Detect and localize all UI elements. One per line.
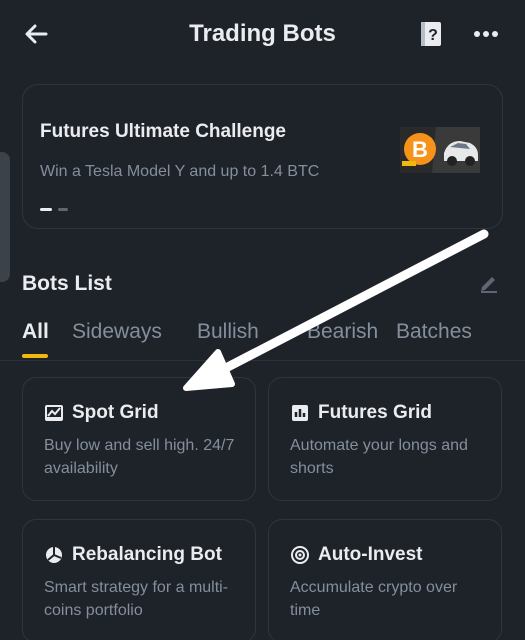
- carousel-indicator: [40, 208, 68, 211]
- card-title: Spot Grid: [72, 402, 159, 423]
- app-header: Trading Bots ?: [0, 0, 525, 72]
- bots-list-title: Bots List: [22, 272, 112, 295]
- card-description: Buy low and sell high. 24/7 availability: [44, 437, 235, 477]
- carousel-dot-active: [40, 208, 52, 211]
- help-book-icon: ?: [421, 22, 441, 46]
- auto-invest-icon: [291, 546, 309, 564]
- card-description: Automate your longs and shorts: [290, 437, 468, 477]
- bitcoin-tesla-promo-icon: B: [400, 123, 480, 173]
- card-title: Auto-Invest: [318, 544, 423, 565]
- svg-text:B: B: [412, 137, 428, 162]
- bot-card-futures-grid[interactable]: Futures Grid Automate your longs and sho…: [268, 377, 502, 501]
- bot-category-tabs: All Sideways Bullish Bearish Batches: [22, 320, 525, 360]
- card-description: Smart strategy for a multi-coins portfol…: [44, 579, 229, 619]
- promo-banner[interactable]: Futures Ultimate Challenge Win a Tesla M…: [22, 84, 503, 229]
- bot-card-auto-invest[interactable]: Auto-Invest Accumulate crypto over time: [268, 519, 502, 640]
- svg-text:?: ?: [428, 27, 438, 44]
- card-description: Accumulate crypto over time: [290, 579, 458, 619]
- bot-card-spot-grid[interactable]: Spot Grid Buy low and sell high. 24/7 av…: [22, 377, 256, 501]
- tab-all[interactable]: All: [22, 320, 49, 344]
- spot-grid-icon: [45, 405, 63, 421]
- tab-bullish[interactable]: Bullish: [197, 320, 259, 344]
- carousel-dot: [58, 208, 68, 211]
- banner-title: Futures Ultimate Challenge: [40, 121, 286, 142]
- more-options-button[interactable]: [472, 22, 500, 46]
- tab-batches[interactable]: Batches: [396, 320, 472, 344]
- card-title: Futures Grid: [318, 402, 433, 423]
- edit-button[interactable]: [478, 272, 500, 294]
- side-edge-handle[interactable]: [0, 152, 10, 282]
- rebalancing-icon: [46, 547, 62, 563]
- active-tab-indicator: [22, 354, 48, 358]
- banner-subtitle: Win a Tesla Model Y and up to 1.4 BTC: [40, 163, 320, 180]
- tabs-divider: [0, 360, 525, 361]
- more-dots-icon: [474, 31, 498, 37]
- page-title: Trading Bots: [189, 20, 336, 47]
- card-title: Rebalancing Bot: [72, 544, 222, 565]
- edit-pencil-icon: [481, 277, 497, 293]
- help-button[interactable]: ?: [418, 20, 444, 48]
- futures-grid-icon: [292, 405, 308, 421]
- tab-bearish[interactable]: Bearish: [307, 320, 378, 344]
- bot-card-rebalancing[interactable]: Rebalancing Bot Smart strategy for a mul…: [22, 519, 256, 640]
- tab-sideways[interactable]: Sideways: [72, 320, 162, 344]
